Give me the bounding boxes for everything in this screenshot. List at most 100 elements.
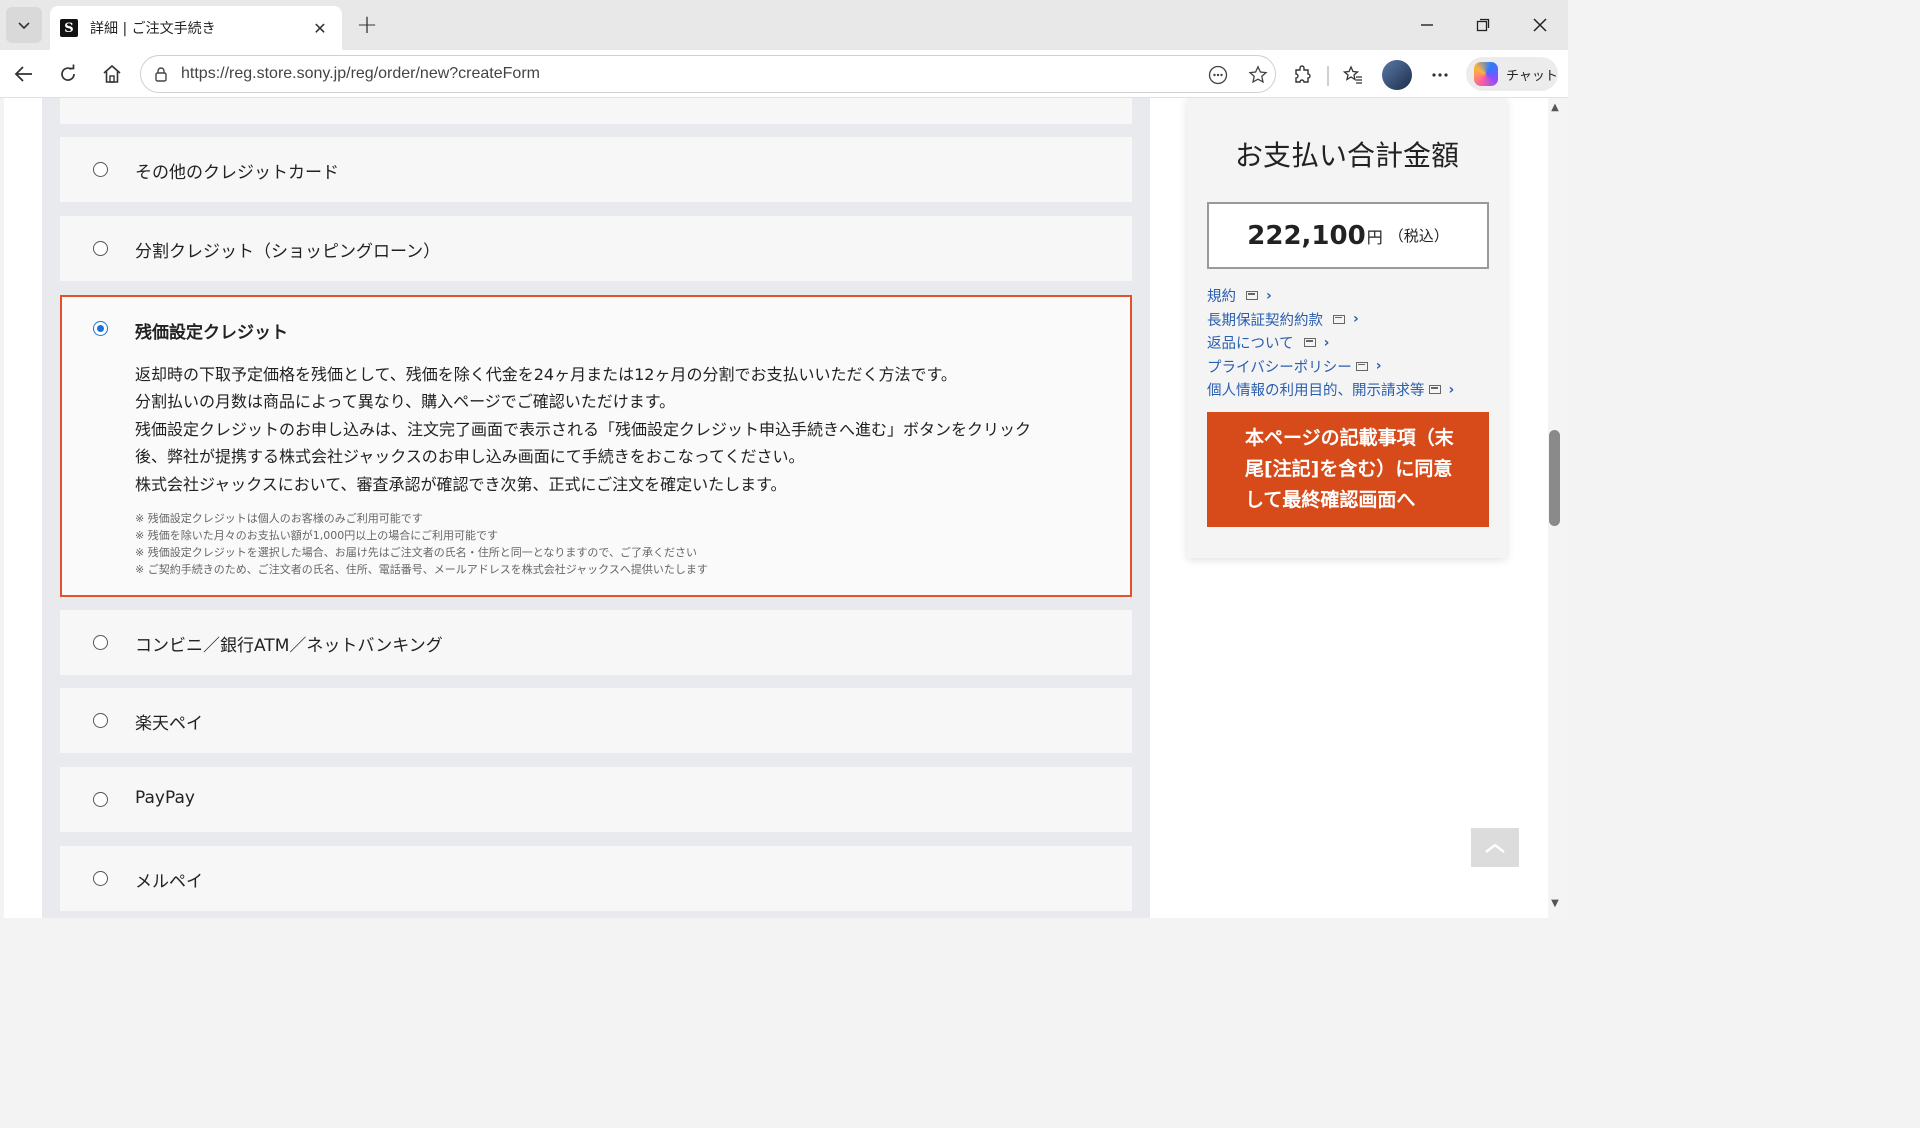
chevron-right-icon: ›: [1375, 358, 1382, 375]
new-tab-button[interactable]: +: [352, 10, 382, 40]
tab-title: 詳細 | ご注文手続き: [90, 21, 216, 37]
returns-link[interactable]: 返品について ›: [1207, 331, 1454, 355]
extensions-icon[interactable]: [1290, 62, 1316, 88]
radio-convenience[interactable]: [93, 635, 108, 650]
toolbar-divider: [1327, 66, 1329, 86]
chevron-right-icon: ›: [1266, 287, 1272, 304]
payment-option-other-card[interactable]: その他のクレジットカード: [60, 137, 1132, 202]
external-window-icon: [1333, 314, 1345, 324]
back-arrow-icon: [14, 66, 32, 82]
minimize-button[interactable]: [1399, 0, 1455, 50]
option-label: その他のクレジットカード: [135, 163, 339, 183]
external-window-icon: [1355, 361, 1368, 371]
description-line: 残価設定クレジットのお申し込みは、注文完了画面で表示される「残価設定クレジット申…: [135, 419, 1032, 439]
close-window-button[interactable]: [1512, 0, 1568, 50]
radio-merpay[interactable]: [93, 871, 108, 886]
minimize-icon: [1421, 24, 1433, 26]
copilot-icon: [1474, 62, 1498, 86]
note-line: ※ ご契約手続きのため、ご注文者の氏名、住所、電話番号、メールアドレスを株式会社…: [135, 563, 708, 576]
option-notes: ※ 残価設定クレジットは個人のお客様のみご利用可能です ※ 残価を除いた月々のお…: [135, 510, 708, 578]
link-label[interactable]: 個人情報の利用目的、開示請求等: [1207, 379, 1425, 400]
favorites-icon[interactable]: [1340, 62, 1366, 88]
payment-option-partial[interactable]: [60, 98, 1132, 124]
option-label: メルペイ: [135, 872, 203, 892]
home-icon: [103, 64, 121, 83]
option-label: コンビニ／銀行ATM／ネットバンキング: [135, 636, 443, 656]
scroll-up-arrow-icon[interactable]: ▲: [1549, 102, 1561, 113]
more-options-icon[interactable]: [1427, 62, 1453, 88]
description-line: 返却時の下取予定価格を残価として、残価を除く代金を24ヶ月または12ヶ月の分割で…: [135, 365, 957, 384]
page-scrollbar[interactable]: ▲ ▼: [1548, 98, 1568, 918]
currency-unit: 円: [1366, 227, 1383, 247]
external-window-icon: [1246, 291, 1258, 301]
option-label: 楽天ペイ: [135, 714, 203, 734]
total-amount: 222,100: [1247, 220, 1366, 251]
radio-rakuten[interactable]: [93, 713, 108, 728]
note-line: ※ 残価設定クレジットは個人のお客様のみご利用可能です: [135, 512, 423, 525]
scrollbar-thumb[interactable]: [1549, 430, 1560, 526]
chevron-right-icon: ›: [1353, 311, 1359, 328]
copilot-chat-button[interactable]: チャット: [1466, 57, 1558, 91]
radio-installment[interactable]: [93, 241, 108, 256]
order-summary-column: お支払い合計金額 222,100 円 （税込） 規約 › 長期保証契約約款 ›: [1150, 98, 1548, 918]
option-description: 返却時の下取予定価格を残価として、残価を除く代金を24ヶ月または12ヶ月の分割で…: [135, 361, 1125, 498]
payment-option-paypay[interactable]: PayPay: [60, 767, 1132, 832]
payment-option-merpay[interactable]: メルペイ: [60, 846, 1132, 911]
reading-mode-icon[interactable]: [1207, 64, 1229, 86]
payment-option-installment[interactable]: 分割クレジット（ショッピングローン）: [60, 216, 1132, 281]
description-line: 後、弊社が提携する株式会社ジャックスのお申し込み画面にて手続きをおこなってくださ…: [135, 447, 805, 467]
payment-option-convenience[interactable]: コンビニ／銀行ATM／ネットバンキング: [60, 610, 1132, 675]
close-icon: [1533, 18, 1547, 32]
chevron-up-icon: [1485, 842, 1505, 853]
browser-toolbar: https://reg.store.sony.jp/reg/order/new?…: [0, 50, 1568, 98]
link-label[interactable]: 返品について: [1207, 332, 1294, 353]
link-label[interactable]: 長期保証契約約款: [1207, 309, 1323, 330]
scroll-down-arrow-icon[interactable]: ▼: [1549, 898, 1561, 909]
restore-button[interactable]: [1455, 0, 1511, 50]
note-line: ※ 残価設定クレジットを選択した場合、お届け先はご注文者の氏名・住所と同一となり…: [135, 546, 697, 559]
sony-favicon-icon: S: [60, 19, 78, 37]
tax-note: （税込）: [1388, 227, 1449, 245]
back-button[interactable]: [7, 58, 41, 90]
tab-actions-button[interactable]: [6, 7, 42, 43]
chevron-down-icon: [18, 22, 30, 30]
favorite-star-icon[interactable]: [1247, 64, 1269, 86]
privacy-policy-link[interactable]: プライバシーポリシー ›: [1207, 355, 1454, 379]
payment-option-residual-credit[interactable]: 残価設定クレジット 返却時の下取予定価格を残価として、残価を除く代金を24ヶ月ま…: [60, 295, 1132, 597]
radio-paypay[interactable]: [93, 792, 108, 807]
browser-tab[interactable]: S 詳細 | ご注文手続き ✕: [50, 6, 342, 50]
payment-method-panel: その他のクレジットカード 分割クレジット（ショッピングローン） 残価設定クレジッ…: [42, 98, 1150, 918]
external-window-icon: [1428, 385, 1441, 395]
option-label: PayPay: [135, 788, 195, 808]
chevron-right-icon: ›: [1323, 334, 1330, 351]
personal-info-link[interactable]: 個人情報の利用目的、開示請求等 ›: [1207, 378, 1454, 402]
page-viewport: その他のクレジットカード 分割クレジット（ショッピングローン） 残価設定クレジッ…: [4, 98, 1548, 918]
proceed-to-confirmation-button[interactable]: 本ページの記載事項（末尾[注記]を含む）に同意して最終確認画面へ: [1207, 412, 1489, 527]
radio-other-card[interactable]: [93, 162, 108, 177]
tab-close-icon[interactable]: ✕: [310, 19, 330, 38]
chat-label: チャット: [1506, 68, 1558, 84]
radio-residual-credit[interactable]: [93, 321, 108, 336]
reload-button[interactable]: [51, 58, 85, 90]
scroll-to-top-button[interactable]: [1471, 828, 1519, 867]
note-line: ※ 残価を除いた月々のお支払い額が1,000円以上の場合にご利用可能です: [135, 529, 498, 542]
option-title: 残価設定クレジット: [135, 323, 288, 343]
chevron-right-icon: ›: [1448, 381, 1455, 398]
summary-title: お支払い合計金額: [1234, 139, 1459, 172]
site-info-lock-icon[interactable]: [153, 66, 169, 82]
warranty-terms-link[interactable]: 長期保証契約約款 ›: [1207, 308, 1454, 332]
description-line: 分割払いの月数は商品によって異なり、購入ページでご確認いただけます。: [135, 392, 676, 412]
payment-summary-card: お支払い合計金額 222,100 円 （税込） 規約 › 長期保証契約約款 ›: [1187, 98, 1507, 558]
total-amount-box: 222,100 円 （税込）: [1207, 202, 1489, 269]
profile-avatar[interactable]: [1382, 60, 1412, 90]
terms-link[interactable]: 規約 ›: [1207, 284, 1454, 308]
link-label[interactable]: プライバシーポリシー: [1207, 356, 1352, 377]
url-text[interactable]: https://reg.store.sony.jp/reg/order/new?…: [181, 65, 540, 83]
reload-icon: [61, 64, 75, 81]
external-window-icon: [1303, 338, 1316, 348]
home-button[interactable]: [95, 58, 129, 90]
address-bar[interactable]: https://reg.store.sony.jp/reg/order/new?…: [140, 55, 1276, 93]
link-label[interactable]: 規約: [1207, 285, 1236, 306]
description-line: 株式会社ジャックスにおいて、審査承認が確認でき次第、正式にご注文を確定いたします…: [135, 474, 787, 494]
payment-option-rakuten[interactable]: 楽天ペイ: [60, 688, 1132, 753]
